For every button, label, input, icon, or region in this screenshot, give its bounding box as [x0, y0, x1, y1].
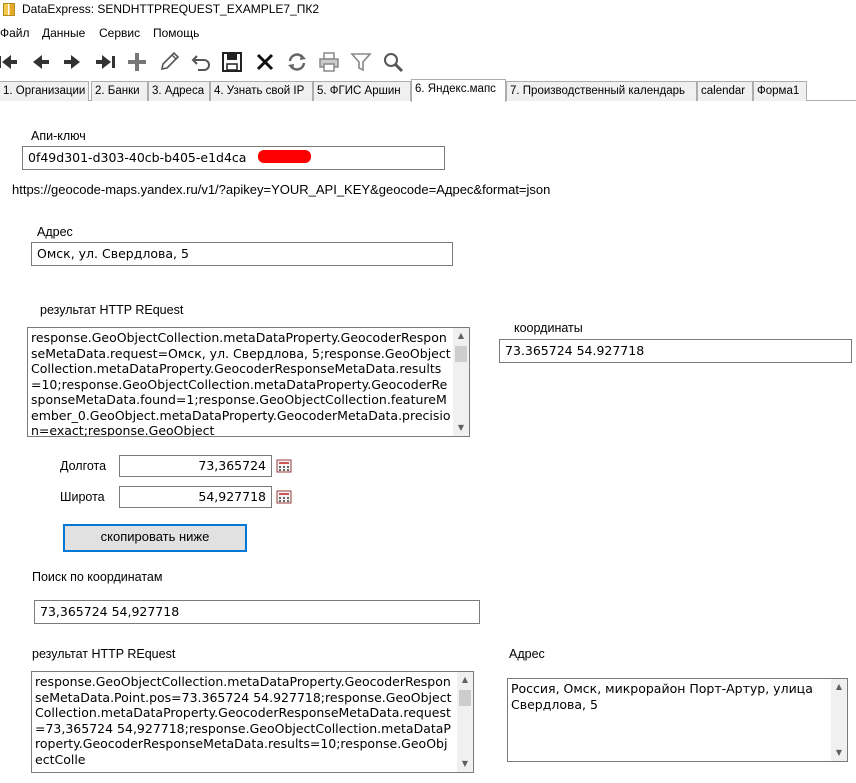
- scroll-down-icon[interactable]: ▼: [453, 420, 469, 436]
- scroll-down-icon[interactable]: ▼: [831, 745, 847, 761]
- tab-yandex-maps[interactable]: 6. Яндекс.мапс: [411, 79, 506, 102]
- longitude-field[interactable]: 73,365724: [119, 455, 272, 477]
- scroll-up-icon[interactable]: ▲: [831, 679, 847, 695]
- coords-value: 73.365724 54.927718: [505, 343, 645, 358]
- api-key-label: Апи-ключ: [31, 129, 86, 143]
- tab-form1[interactable]: Форма1: [753, 81, 807, 101]
- edit-icon[interactable]: [156, 49, 182, 75]
- address2-memo[interactable]: Россия, Омск, микрорайон Порт-Артур, ули…: [507, 678, 848, 762]
- tab-strip: 1. Организации 2. Банки 3. Адреса 4. Узн…: [0, 79, 856, 102]
- delete-icon[interactable]: [252, 49, 278, 75]
- add-icon[interactable]: [124, 49, 150, 75]
- calculator-icon[interactable]: [276, 490, 292, 504]
- reverse-search-label: Поиск по координатам: [32, 570, 163, 584]
- api-key-field[interactable]: 0f49d301-d303-40cb-b405-e1d4ca: [22, 146, 445, 170]
- coords-label: координаты: [514, 321, 583, 335]
- tab-my-ip[interactable]: 4. Узнать свой IP: [210, 81, 313, 101]
- redaction-mark: [258, 150, 311, 163]
- scroll-up-icon[interactable]: ▲: [453, 328, 469, 344]
- menu-service[interactable]: Сервис: [99, 26, 140, 40]
- menu-bar: Файл Данные Сервис Помощь: [0, 24, 856, 44]
- tab-addresses[interactable]: 3. Адреса: [148, 81, 210, 101]
- menu-data[interactable]: Данные: [42, 26, 85, 40]
- longitude-value: 73,365724: [198, 458, 266, 473]
- address-value: Омск, ул. Свердлова, 5: [37, 246, 189, 261]
- menu-help[interactable]: Помощь: [153, 26, 199, 40]
- latitude-label: Широта: [60, 490, 105, 504]
- url-template-text: https://geocode-maps.yandex.ru/v1/?apike…: [12, 182, 551, 197]
- result1-scrollbar[interactable]: ▲ ▼: [453, 328, 469, 436]
- menu-file[interactable]: Файл: [0, 26, 30, 40]
- result1-text: response.GeoObjectCollection.metaDataPro…: [31, 330, 451, 437]
- address-label: Адрес: [37, 225, 73, 239]
- title-bar: DataExpress: SENDHTTPREQUEST_EXAMPLE7_ПК…: [0, 0, 856, 20]
- result2-label: результат HTTP REquest: [32, 647, 176, 661]
- prev-icon[interactable]: [28, 49, 54, 75]
- print-icon[interactable]: [316, 49, 342, 75]
- address2-scrollbar[interactable]: ▲ ▼: [831, 679, 847, 761]
- result1-memo[interactable]: response.GeoObjectCollection.metaDataPro…: [27, 327, 470, 437]
- result2-text: response.GeoObjectCollection.metaDataPro…: [35, 674, 452, 767]
- address2-value: Россия, Омск, микрорайон Порт-Артур, ули…: [511, 681, 813, 712]
- calculator-icon[interactable]: [276, 459, 292, 473]
- refresh-icon[interactable]: [284, 49, 310, 75]
- toolbar: [0, 46, 856, 78]
- search-icon[interactable]: [380, 49, 406, 75]
- tab-calendar[interactable]: calendar: [697, 81, 753, 101]
- scroll-thumb[interactable]: [459, 690, 471, 706]
- tab-fgis-arshin[interactable]: 5. ФГИС Аршин: [313, 81, 411, 101]
- reverse-search-value: 73,365724 54,927718: [40, 604, 180, 619]
- undo-icon[interactable]: [188, 49, 214, 75]
- scroll-down-icon[interactable]: ▼: [457, 756, 473, 772]
- first-icon[interactable]: [0, 49, 20, 75]
- filter-icon[interactable]: [348, 49, 374, 75]
- copy-below-button[interactable]: скопировать ниже: [63, 524, 247, 552]
- address2-label: Адрес: [509, 647, 545, 661]
- save-icon[interactable]: [219, 49, 245, 75]
- coords-field[interactable]: 73.365724 54.927718: [499, 339, 852, 363]
- window-title: DataExpress: SENDHTTPREQUEST_EXAMPLE7_ПК…: [22, 2, 320, 16]
- scroll-thumb[interactable]: [455, 346, 467, 362]
- result2-memo[interactable]: response.GeoObjectCollection.metaDataPro…: [31, 671, 474, 773]
- app-icon: [3, 3, 15, 16]
- address-input[interactable]: Омск, ул. Свердлова, 5: [31, 242, 453, 266]
- api-key-value: 0f49d301-d303-40cb-b405-e1d4ca: [28, 150, 247, 165]
- next-icon[interactable]: [59, 49, 85, 75]
- result2-scrollbar[interactable]: ▲ ▼: [457, 672, 473, 772]
- latitude-value: 54,927718: [198, 489, 266, 504]
- scroll-up-icon[interactable]: ▲: [457, 672, 473, 688]
- reverse-search-input[interactable]: 73,365724 54,927718: [34, 600, 480, 624]
- longitude-label: Долгота: [60, 459, 107, 473]
- tab-production-calendar[interactable]: 7. Производственный календарь: [506, 81, 697, 101]
- tab-banks[interactable]: 2. Банки: [91, 81, 148, 101]
- result1-label: результат HTTP REquest: [40, 303, 184, 317]
- last-icon[interactable]: [93, 49, 119, 75]
- tab-organizations[interactable]: 1. Организации: [0, 81, 89, 101]
- latitude-field[interactable]: 54,927718: [119, 486, 272, 508]
